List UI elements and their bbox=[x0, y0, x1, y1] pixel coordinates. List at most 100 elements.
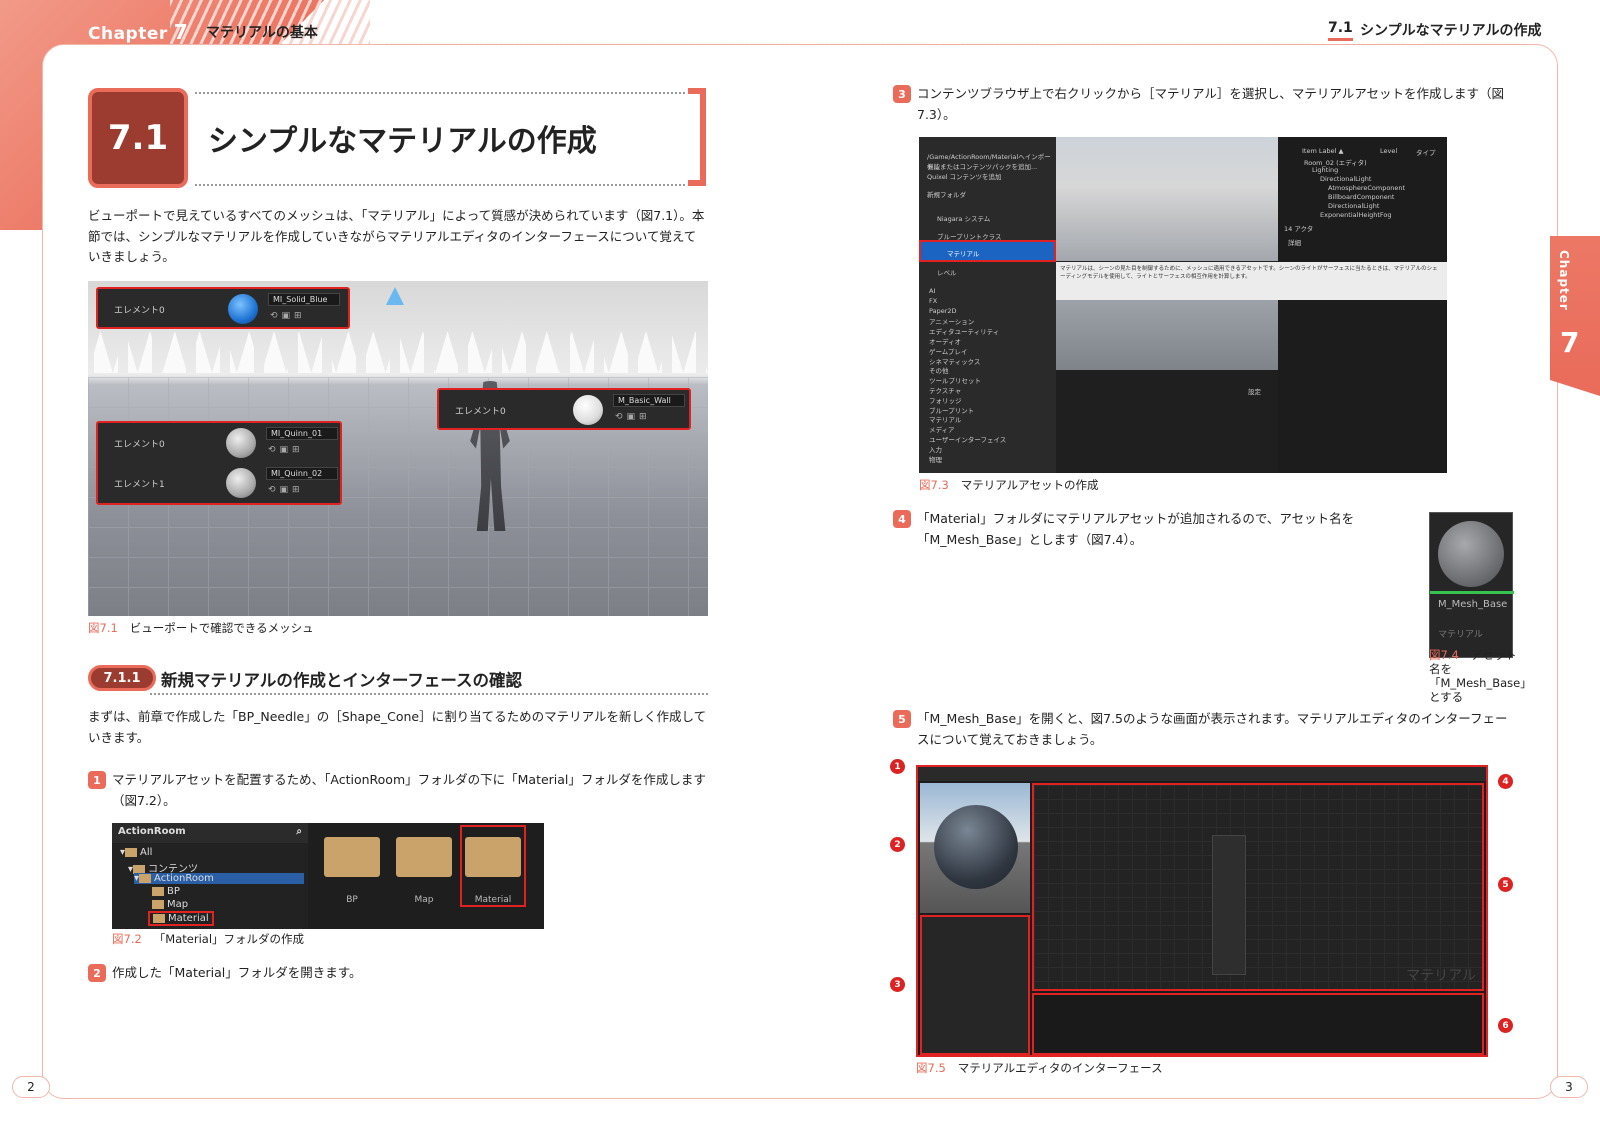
outliner-col[interactable]: タイプ bbox=[1416, 147, 1436, 157]
context-menu-figure: /Game/ActionRoom/Materialへインポート... 機能または… bbox=[919, 137, 1447, 473]
menu-category-item[interactable]: Paper2D bbox=[929, 307, 1053, 315]
folder-label: BP bbox=[346, 895, 358, 905]
material-dropdown[interactable]: M_Basic_Wall bbox=[613, 394, 685, 407]
menu-category-item[interactable]: ツールプリセット bbox=[929, 375, 1053, 385]
sphere-preview bbox=[1438, 521, 1504, 587]
menu-category-item[interactable]: その他 bbox=[929, 365, 1053, 375]
main-material-node[interactable] bbox=[1212, 835, 1246, 975]
callout-1: 1 bbox=[890, 759, 905, 774]
element-label: エレメント1 bbox=[114, 480, 165, 490]
menu-category-item[interactable]: ブループリント bbox=[929, 405, 1053, 415]
settings-button[interactable]: 設定 bbox=[1248, 386, 1261, 396]
side-tab-number: 7 bbox=[1560, 326, 1580, 359]
folder-icon[interactable] bbox=[396, 837, 452, 877]
tree-item[interactable]: Map bbox=[152, 899, 188, 910]
material-editor-figure: マテリアル bbox=[916, 765, 1488, 1057]
menu-category-item[interactable]: AI bbox=[929, 287, 1053, 295]
figure-caption: 図7.4 アセット名を「M_Mesh_Base」とする bbox=[1429, 648, 1532, 704]
menu-item[interactable]: レベル bbox=[937, 267, 957, 277]
outliner-col[interactable]: Item Label ▲ bbox=[1302, 147, 1343, 155]
menu-category-item[interactable]: ユーザーインターフェイス bbox=[929, 434, 1053, 444]
outliner-row[interactable]: BillboardComponent bbox=[1328, 193, 1394, 201]
tree-item-selected[interactable]: ▾ ActionRoom bbox=[134, 873, 304, 884]
menu-category-item[interactable]: シネマティックス bbox=[929, 356, 1053, 366]
outliner-col[interactable]: Level bbox=[1380, 147, 1397, 155]
material-dropdown[interactable]: MI_Quinn_02 bbox=[266, 467, 338, 480]
preview-viewport bbox=[920, 783, 1030, 913]
folder-icon[interactable] bbox=[324, 837, 380, 877]
subsection-title: 新規マテリアルの作成とインターフェースの確認 bbox=[161, 671, 523, 690]
menu-item[interactable]: Quixel コンテンツを追加 bbox=[927, 171, 1002, 181]
step-number: 4 bbox=[893, 510, 911, 528]
asset-type-bar bbox=[1430, 591, 1514, 594]
subsection-rule bbox=[150, 693, 708, 695]
running-section-title: シンプルなマテリアルの作成 bbox=[1360, 23, 1542, 39]
menu-category-item[interactable]: テクスチャ bbox=[929, 385, 1053, 395]
intro-paragraph: ビューポートで見えているすべてのメッシュは、「マテリアル」によって質感が決められ… bbox=[88, 208, 705, 264]
step-number: 2 bbox=[88, 964, 106, 982]
cone-row bbox=[88, 331, 708, 373]
callout-2: 2 bbox=[890, 837, 905, 852]
folder-label: Material bbox=[474, 895, 512, 905]
material-dropdown[interactable]: MI_Quinn_01 bbox=[266, 427, 338, 440]
section-title: シンプルなマテリアルの作成 bbox=[208, 124, 597, 159]
callout-5: 5 bbox=[1498, 877, 1513, 892]
tree-item[interactable]: BP bbox=[152, 886, 180, 897]
menu-category-item[interactable]: マテリアル bbox=[929, 414, 1053, 424]
slot-icons: ⟲▣⊞ bbox=[268, 485, 304, 495]
menu-category-item[interactable]: オーディオ bbox=[929, 336, 1053, 346]
menu-category-item[interactable]: FX bbox=[929, 297, 1053, 305]
menu-category-item[interactable]: 入力 bbox=[929, 444, 1053, 454]
outliner-row[interactable]: DirectionalLight bbox=[1320, 175, 1371, 183]
step-text: コンテンツブラウザ上で右クリックから［マテリアル］を選択し、マテリアルアセットを… bbox=[917, 86, 1505, 122]
preview-sphere bbox=[934, 805, 1018, 889]
editor-toolbar bbox=[918, 767, 1486, 781]
details-tab[interactable]: 詳細 bbox=[1288, 237, 1301, 247]
asset-thumbnail[interactable]: M_Mesh_Base マテリアル bbox=[1429, 512, 1514, 658]
blue-cone-mesh bbox=[386, 287, 404, 305]
asset-name: M_Mesh_Base bbox=[1438, 599, 1508, 610]
menu-category-item[interactable]: フォリッジ bbox=[929, 395, 1053, 405]
menu-item[interactable]: 新規フォルダ bbox=[927, 189, 966, 199]
outliner-row[interactable]: DirectionalLight bbox=[1328, 202, 1379, 210]
menu-category-item[interactable]: ゲームプレイ bbox=[929, 346, 1053, 356]
step-number: 5 bbox=[893, 710, 911, 728]
callout-3: 3 bbox=[890, 977, 905, 992]
figure-caption: 図7.2 「Material」フォルダの作成 bbox=[112, 932, 305, 946]
element-label: エレメント0 bbox=[455, 407, 506, 417]
menu-category-item[interactable]: アニメーション bbox=[929, 316, 1053, 326]
running-chapter-title: マテリアルの基本 bbox=[206, 25, 318, 41]
outliner-row[interactable]: ExponentialHeightFog bbox=[1320, 211, 1392, 219]
menu-category-item[interactable]: エディタユーティリティ bbox=[929, 326, 1053, 336]
viewport-figure: エレメント0 MI_Solid_Blue ⟲▣⊞ エレメント0 M_Basic_… bbox=[88, 281, 708, 616]
details-panel bbox=[920, 915, 1030, 1055]
header-rule bbox=[375, 44, 1525, 45]
search-icon[interactable]: ⌕ bbox=[296, 826, 302, 837]
section-number-box: 7.1 bbox=[88, 88, 188, 188]
callout-6: 6 bbox=[1498, 1018, 1513, 1033]
tree-item[interactable]: ▾ All bbox=[120, 847, 152, 858]
graph-editor[interactable]: マテリアル bbox=[1032, 783, 1484, 991]
material-dropdown[interactable]: MI_Solid_Blue bbox=[268, 293, 340, 306]
menu-item[interactable]: Niagara システム bbox=[937, 213, 990, 223]
title-rule-bottom bbox=[195, 184, 685, 186]
actor-count: 14 アクタ bbox=[1284, 225, 1314, 233]
slot-icons: ⟲▣⊞ bbox=[615, 412, 651, 422]
outliner-row[interactable]: Lighting bbox=[1312, 166, 1338, 174]
figure-caption: 図7.1 ビューポートで確認できるメッシュ bbox=[88, 621, 314, 635]
menu-item-label: マテリアル bbox=[947, 250, 980, 258]
menu-category-item[interactable]: 物理 bbox=[929, 454, 1053, 464]
menu-category-item[interactable]: メディア bbox=[929, 424, 1053, 434]
tree-header: ActionRoom ⌕ bbox=[112, 823, 308, 843]
menu-item[interactable]: 機能またはコンテンツパックを追加... bbox=[927, 161, 1037, 171]
subsection-number: 7.1.1 bbox=[88, 665, 156, 691]
side-tab-label: Chapter bbox=[1557, 250, 1571, 311]
folder-icon[interactable] bbox=[465, 837, 521, 877]
element-label: エレメント0 bbox=[114, 440, 165, 450]
menu-item-selected[interactable]: マテリアル bbox=[919, 240, 1056, 262]
step-number: 3 bbox=[893, 85, 911, 103]
title-bracket bbox=[688, 88, 706, 186]
tree-item-material[interactable]: Material bbox=[148, 911, 214, 926]
outliner-row[interactable]: AtmosphereComponent bbox=[1328, 184, 1405, 192]
slot-icons: ⟲▣⊞ bbox=[270, 311, 306, 321]
